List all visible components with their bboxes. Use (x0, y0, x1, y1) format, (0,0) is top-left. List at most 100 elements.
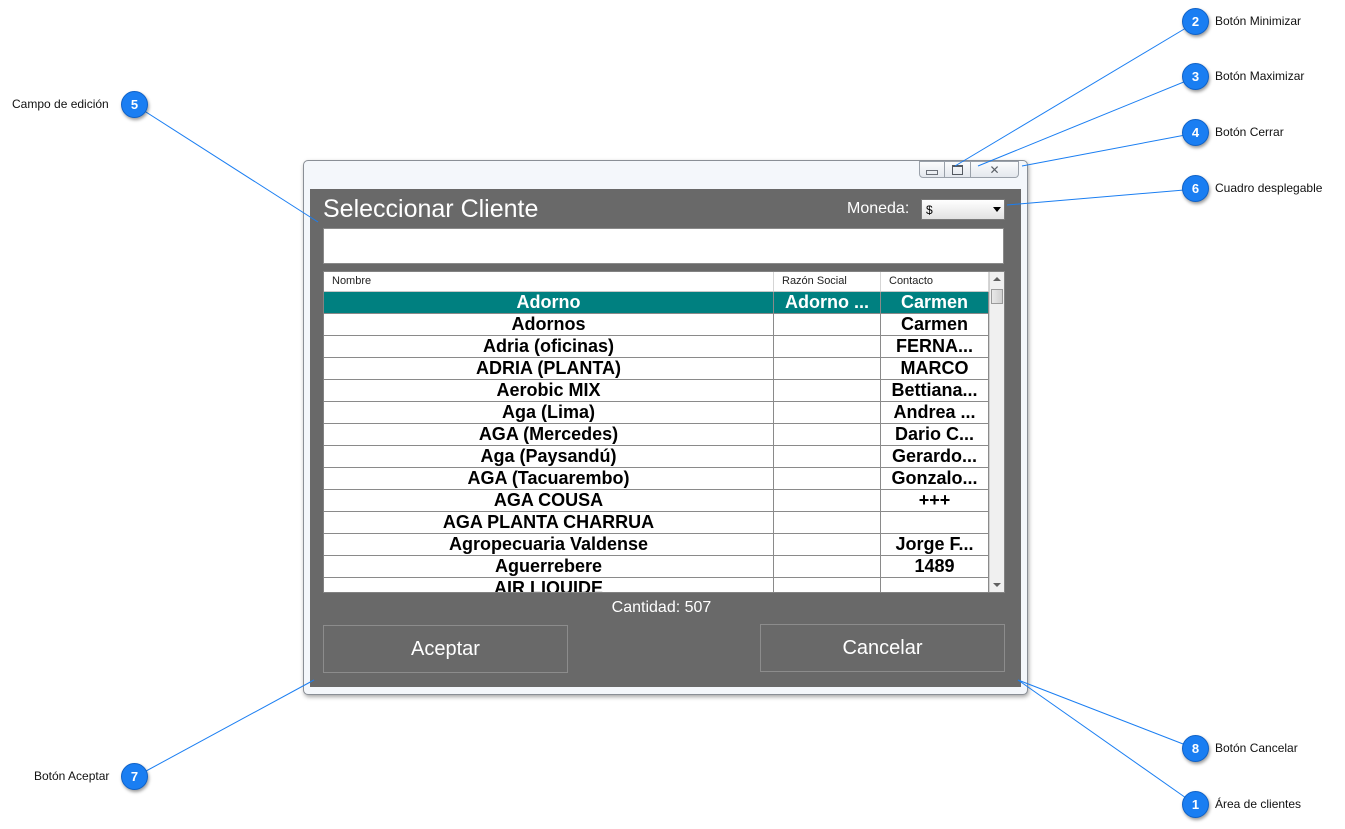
cell-nombre: Aga (Paysandú) (324, 446, 774, 467)
callout-line-5 (134, 104, 319, 223)
cell-nombre: AGA PLANTA CHARRUA (324, 512, 774, 533)
callout-badge-1: 1 (1182, 791, 1209, 818)
cell-razon-social (774, 314, 881, 335)
callout-line-8 (1017, 679, 1197, 750)
column-header-nombre[interactable]: Nombre (324, 272, 774, 291)
callout-label-7: Botón Aceptar (34, 769, 110, 783)
client-count: Cantidad: 507 (611, 599, 712, 616)
cell-razon-social (774, 336, 881, 357)
cell-contacto: Carmen (881, 292, 989, 313)
cell-razon-social (774, 512, 881, 533)
column-header-razon-social[interactable]: Razón Social (774, 272, 881, 291)
cell-nombre: AGA COUSA (324, 490, 774, 511)
callout-label-4: Botón Cerrar (1215, 125, 1284, 139)
callout-line-4 (1021, 132, 1197, 167)
cell-nombre: AGA (Mercedes) (324, 424, 774, 445)
table-row[interactable]: ADRIA (PLANTA) MARCO (324, 358, 989, 380)
cell-contacto: 1489 (881, 556, 989, 577)
table-row[interactable]: AGA COUSA +++ (324, 490, 989, 512)
callout-line-1 (1017, 679, 1197, 806)
grid-rows: Adorno Adorno ... Carmen Adornos Carmen Adria… (324, 292, 989, 592)
cell-razon-social (774, 556, 881, 577)
cell-razon-social (774, 534, 881, 555)
cancel-button[interactable]: Cancelar (760, 624, 1005, 672)
vertical-scrollbar[interactable] (989, 272, 1004, 592)
cell-razon-social (774, 446, 881, 467)
cell-nombre: AIR LIQUIDE (324, 578, 774, 592)
close-icon: ✕ (989, 162, 1000, 177)
table-row[interactable]: AGA (Mercedes) Dario C... (324, 424, 989, 446)
callout-label-8: Botón Cancelar (1215, 741, 1298, 755)
cell-contacto: Carmen (881, 314, 989, 335)
callout-badge-8: 8 (1182, 735, 1209, 762)
table-row[interactable]: Adornos Carmen (324, 314, 989, 336)
minimize-button[interactable] (919, 161, 945, 178)
cell-razon-social (774, 468, 881, 489)
currency-dropdown[interactable]: $ (921, 199, 1005, 220)
cell-razon-social (774, 490, 881, 511)
cell-nombre: Adorno (324, 292, 774, 313)
maximize-icon (952, 164, 963, 175)
search-input[interactable] (323, 228, 1004, 264)
cell-nombre: ADRIA (PLANTA) (324, 358, 774, 379)
cell-nombre: Aguerrebere (324, 556, 774, 577)
cell-contacto (881, 578, 989, 592)
callout-line-7 (134, 679, 315, 778)
cell-contacto: Gonzalo... (881, 468, 989, 489)
cell-razon-social (774, 402, 881, 423)
cell-razon-social (774, 578, 881, 592)
cell-contacto: Bettiana... (881, 380, 989, 401)
callout-line-3 (977, 76, 1197, 167)
window-controls: ✕ (919, 161, 1021, 179)
client-grid[interactable]: Nombre Razón Social Contacto Adorno Adorn… (323, 271, 1005, 593)
chevron-down-icon (993, 207, 1001, 212)
cell-nombre: Adornos (324, 314, 774, 335)
callout-label-3: Botón Maximizar (1215, 69, 1305, 83)
cell-razon-social (774, 380, 881, 401)
table-row[interactable]: Aga (Paysandú) Gerardo... (324, 446, 989, 468)
minimize-icon (926, 169, 938, 175)
table-row[interactable]: Aerobic MIX Bettiana... (324, 380, 989, 402)
callout-badge-6: 6 (1182, 175, 1209, 202)
table-row[interactable]: AGA PLANTA CHARRUA (324, 512, 989, 534)
callout-line-6 (1006, 188, 1197, 206)
table-row[interactable]: Aga (Lima) Andrea ... (324, 402, 989, 424)
callout-line-2 (954, 21, 1197, 167)
dialog-title: Seleccionar Cliente (323, 195, 539, 223)
cell-contacto: Andrea ... (881, 402, 989, 423)
cell-contacto (881, 512, 989, 533)
callout-badge-7: 7 (121, 763, 148, 790)
callout-label-6: Cuadro desplegable (1215, 181, 1323, 195)
scroll-down-icon[interactable] (993, 583, 1001, 587)
callout-badge-3: 3 (1182, 63, 1209, 90)
maximize-button[interactable] (945, 161, 971, 178)
currency-value: $ (926, 202, 933, 217)
close-button[interactable]: ✕ (971, 161, 1019, 178)
cell-nombre: Adria (oficinas) (324, 336, 774, 357)
table-row[interactable]: Aguerrebere 1489 (324, 556, 989, 578)
cell-contacto: +++ (881, 490, 989, 511)
cell-nombre: Aga (Lima) (324, 402, 774, 423)
table-row[interactable]: AIR LIQUIDE (324, 578, 989, 592)
callout-label-5: Campo de edición (12, 97, 109, 111)
table-row[interactable]: Adorno Adorno ... Carmen (324, 292, 989, 314)
scroll-thumb[interactable] (991, 289, 1003, 304)
cell-razon-social: Adorno ... (774, 292, 881, 313)
cell-nombre: AGA (Tacuarembo) (324, 468, 774, 489)
cell-nombre: Aerobic MIX (324, 380, 774, 401)
cell-razon-social (774, 358, 881, 379)
cell-contacto: MARCO (881, 358, 989, 379)
cell-contacto: Jorge F... (881, 534, 989, 555)
callout-badge-5: 5 (121, 91, 148, 118)
cell-contacto: Gerardo... (881, 446, 989, 467)
cell-contacto: FERNA... (881, 336, 989, 357)
grid-header: Nombre Razón Social Contacto (324, 272, 989, 292)
callout-label-2: Botón Minimizar (1215, 14, 1302, 28)
cell-nombre: Agropecuaria Valdense (324, 534, 774, 555)
scroll-up-icon[interactable] (993, 277, 1001, 281)
table-row[interactable]: AGA (Tacuarembo) Gonzalo... (324, 468, 989, 490)
column-header-contacto[interactable]: Contacto (881, 272, 989, 291)
table-row[interactable]: Adria (oficinas) FERNA... (324, 336, 989, 358)
table-row[interactable]: Agropecuaria Valdense Jorge F... (324, 534, 989, 556)
accept-button[interactable]: Aceptar (323, 625, 568, 673)
